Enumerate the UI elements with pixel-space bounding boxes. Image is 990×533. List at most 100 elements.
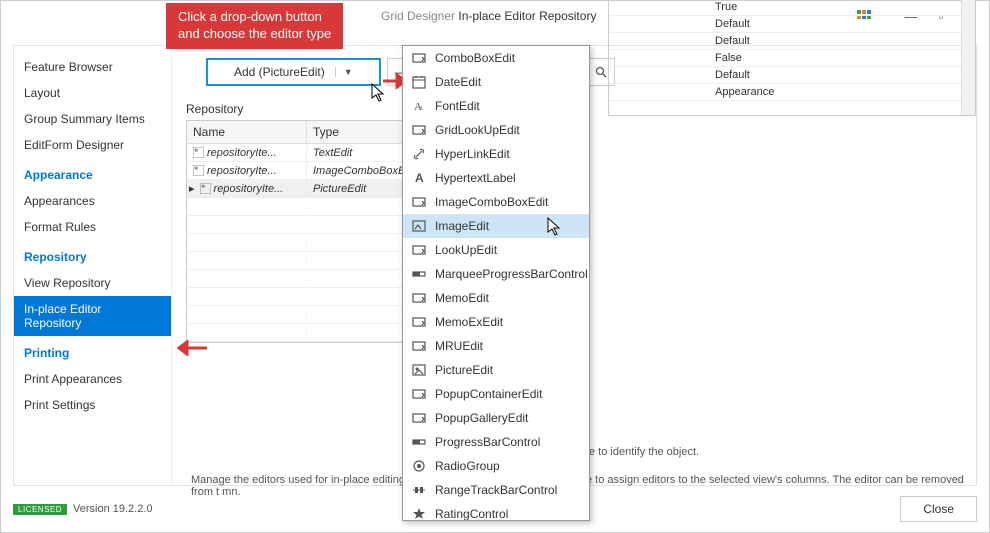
dropdown-item-memoexedit[interactable]: MemoExEdit <box>403 310 589 334</box>
sidebar-item-print-appearances[interactable]: Print Appearances <box>14 366 171 392</box>
col-name-header[interactable]: Name <box>187 121 307 143</box>
table-row[interactable] <box>187 252 427 270</box>
table-row[interactable] <box>187 234 427 252</box>
dropdown-item-memoedit[interactable]: MemoEdit <box>403 286 589 310</box>
rangetrackbarcontrol-icon <box>411 482 427 498</box>
sidebar-item-print-settings[interactable]: Print Settings <box>14 392 171 418</box>
dropdown-item-radiogroup[interactable]: RadioGroup <box>403 454 589 478</box>
repository-grid: Name Type repositoryIte...TextEditreposi… <box>186 120 428 343</box>
dropdown-item-gridlookupedit[interactable]: GridLookUpEdit <box>403 118 589 142</box>
dropdown-item-pictureedit[interactable]: PictureEdit <box>403 358 589 382</box>
row-name: repositoryIte... <box>207 147 277 159</box>
sidebar-header-repository: Repository <box>14 240 171 270</box>
gridlookupedit-icon <box>411 122 427 138</box>
memoedit-icon <box>411 290 427 306</box>
sidebar-item-view-repository[interactable]: View Repository <box>14 270 171 296</box>
pictureedit-icon <box>411 362 427 378</box>
property-row[interactable]: Default <box>609 67 975 84</box>
sidebar-item-editform[interactable]: EditForm Designer <box>14 132 171 158</box>
table-row[interactable] <box>187 306 427 324</box>
dropdown-item-popupgalleryedit[interactable]: PopupGalleryEdit <box>403 406 589 430</box>
dropdown-item-label: GridLookUpEdit <box>435 123 520 137</box>
tutorial-callout: Click a drop-down buttonand choose the e… <box>166 3 343 49</box>
dropdown-item-label: PictureEdit <box>435 363 493 377</box>
table-row[interactable] <box>187 216 427 234</box>
dropdown-item-label: LookUpEdit <box>435 243 497 257</box>
property-row[interactable]: Default <box>609 16 975 33</box>
editor-icon <box>200 183 211 194</box>
fontedit-icon: Aa <box>411 98 427 114</box>
svg-text:A: A <box>415 171 424 185</box>
version-label: LICENSED Version 19.2.2.0 <box>13 503 153 515</box>
dropdown-item-comboboxedit[interactable]: ComboBoxEdit <box>403 46 589 70</box>
property-key <box>609 0 709 15</box>
hypertextlabel-icon: A <box>411 170 427 186</box>
dropdown-item-label: DateEdit <box>435 75 481 89</box>
dropdown-item-rangetrackbarcontrol[interactable]: RangeTrackBarControl <box>403 478 589 502</box>
property-row[interactable]: Default <box>609 33 975 50</box>
dropdown-item-label: PopupContainerEdit <box>435 387 542 401</box>
dropdown-item-popupcontaineredit[interactable]: PopupContainerEdit <box>403 382 589 406</box>
dropdown-item-label: RatingControl <box>435 507 508 521</box>
dropdown-item-label: FontEdit <box>435 99 480 113</box>
add-editor-button[interactable]: Add (PictureEdit) ▼ <box>206 58 381 86</box>
table-row[interactable]: repositoryIte...ImageComboBoxE <box>187 162 427 180</box>
dropdown-item-hyperlinkedit[interactable]: HyperLinkEdit <box>403 142 589 166</box>
table-row[interactable] <box>187 288 427 306</box>
dropdown-item-progressbarcontrol[interactable]: ProgressBarControl <box>403 430 589 454</box>
dropdown-item-fontedit[interactable]: Aa FontEdit <box>403 94 589 118</box>
license-badge: LICENSED <box>13 504 67 515</box>
editor-icon <box>193 165 204 176</box>
property-row[interactable]: False <box>609 50 975 67</box>
dropdown-item-dateedit[interactable]: DateEdit <box>403 70 589 94</box>
mruedit-icon <box>411 338 427 354</box>
dropdown-item-label: MemoEdit <box>435 291 489 305</box>
property-key <box>609 33 709 49</box>
editor-type-dropdown: ComboBoxEdit DateEdit Aa FontEdit GridLookUp… <box>402 45 590 521</box>
dropdown-item-lookupedit[interactable]: LookUpEdit <box>403 238 589 262</box>
dropdown-item-label: ImageEdit <box>435 219 489 233</box>
dropdown-item-marqueeprogressbarcontrol[interactable]: MarqueeProgressBarControl <box>403 262 589 286</box>
sidebar-item-layout[interactable]: Layout <box>14 80 171 106</box>
search-icon <box>595 66 607 78</box>
chevron-down-icon[interactable]: ▼ <box>335 67 353 77</box>
dropdown-item-label: RadioGroup <box>435 459 500 473</box>
dropdown-item-imagecomboboxedit[interactable]: ImageComboBoxEdit <box>403 190 589 214</box>
table-row[interactable] <box>187 324 427 342</box>
row-name: repositoryIte... <box>207 165 277 177</box>
dropdown-item-imageedit[interactable]: ImageEdit <box>403 214 589 238</box>
property-value: Default <box>709 67 975 83</box>
property-row[interactable]: Appearance <box>609 84 975 101</box>
close-button[interactable]: Close <box>900 496 977 522</box>
table-row[interactable] <box>187 198 427 216</box>
property-value: Default <box>709 33 975 49</box>
property-key <box>609 84 709 100</box>
property-key <box>609 67 709 83</box>
dropdown-item-label: MemoExEdit <box>435 315 503 329</box>
dateedit-icon <box>411 74 427 90</box>
sidebar-item-appearances[interactable]: Appearances <box>14 188 171 214</box>
ratingcontrol-icon <box>411 506 427 521</box>
table-row[interactable]: repositoryIte...TextEdit <box>187 144 427 162</box>
dropdown-item-label: MRUEdit <box>435 339 483 353</box>
property-key <box>609 16 709 32</box>
sidebar-item-group-summary[interactable]: Group Summary Items <box>14 106 171 132</box>
popupcontaineredit-icon <box>411 386 427 402</box>
property-row[interactable]: True <box>609 0 975 16</box>
popupgalleryedit-icon <box>411 410 427 426</box>
radiogroup-icon <box>411 458 427 474</box>
table-row[interactable]: ▸repositoryIte...PictureEdit <box>187 180 427 198</box>
dropdown-item-hypertextlabel[interactable]: AHypertextLabel <box>403 166 589 190</box>
scrollbar[interactable] <box>961 0 975 115</box>
table-row[interactable] <box>187 270 427 288</box>
dropdown-item-mruedit[interactable]: MRUEdit <box>403 334 589 358</box>
lookupedit-icon <box>411 242 427 258</box>
sidebar-item-format-rules[interactable]: Format Rules <box>14 214 171 240</box>
window-title: Grid Designer In-place Editor Repository <box>381 9 596 23</box>
property-value: True <box>709 0 975 15</box>
dropdown-item-label: RangeTrackBarControl <box>435 483 557 497</box>
dropdown-item-ratingcontrol[interactable]: RatingControl <box>403 502 589 521</box>
sidebar-item-inplace-editor[interactable]: In-place Editor Repository <box>14 296 171 336</box>
dropdown-item-label: MarqueeProgressBarControl <box>435 267 588 281</box>
sidebar-item-feature-browser[interactable]: Feature Browser <box>14 54 171 80</box>
